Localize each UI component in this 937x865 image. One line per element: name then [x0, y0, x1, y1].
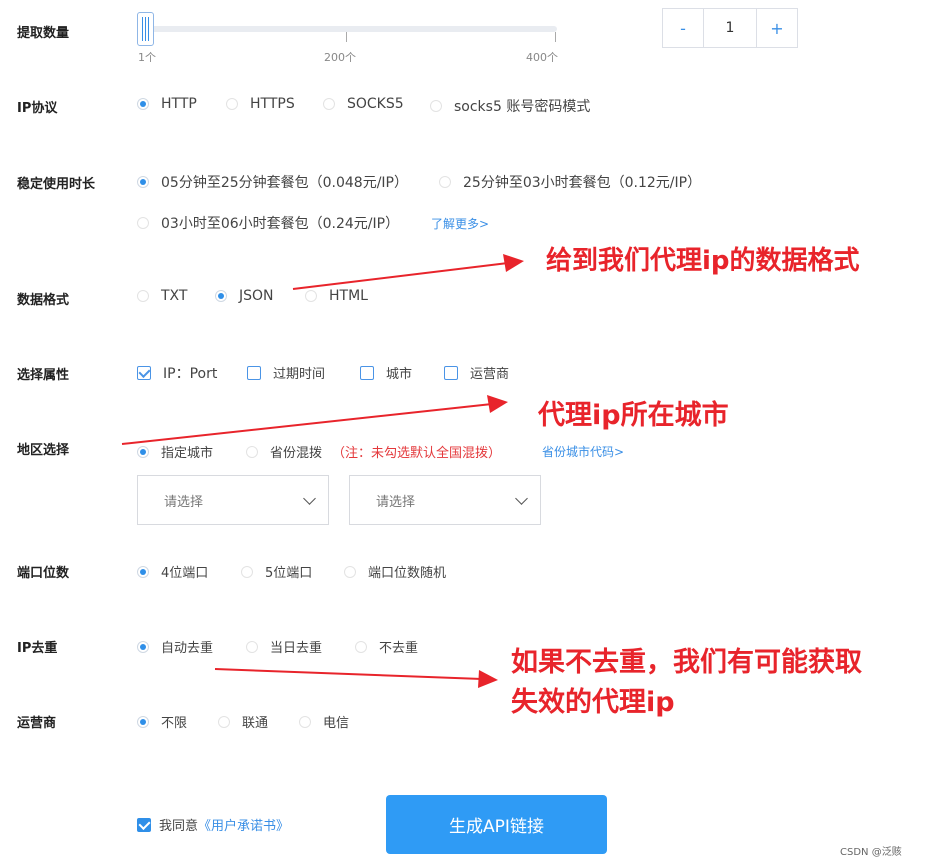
- arrow-city: [121, 403, 493, 445]
- annotation-dedup-line1: 如果不去重，我们有可能获取: [511, 647, 862, 678]
- arrow-head: [478, 670, 498, 688]
- arrow-format: [292, 262, 509, 290]
- footer-watermark: CSDN @泛赅: [840, 847, 902, 858]
- annotation-arrows: [121, 254, 524, 688]
- arrow-head: [487, 395, 508, 413]
- annotation-dedup-line2: 失效的代理ip: [511, 687, 675, 718]
- annotation-format: 给到我们代理ip的数据格式: [546, 246, 860, 276]
- annotation-city: 代理ip所在城市: [538, 400, 729, 431]
- arrow-dedup: [214, 668, 483, 680]
- arrow-head: [503, 254, 524, 272]
